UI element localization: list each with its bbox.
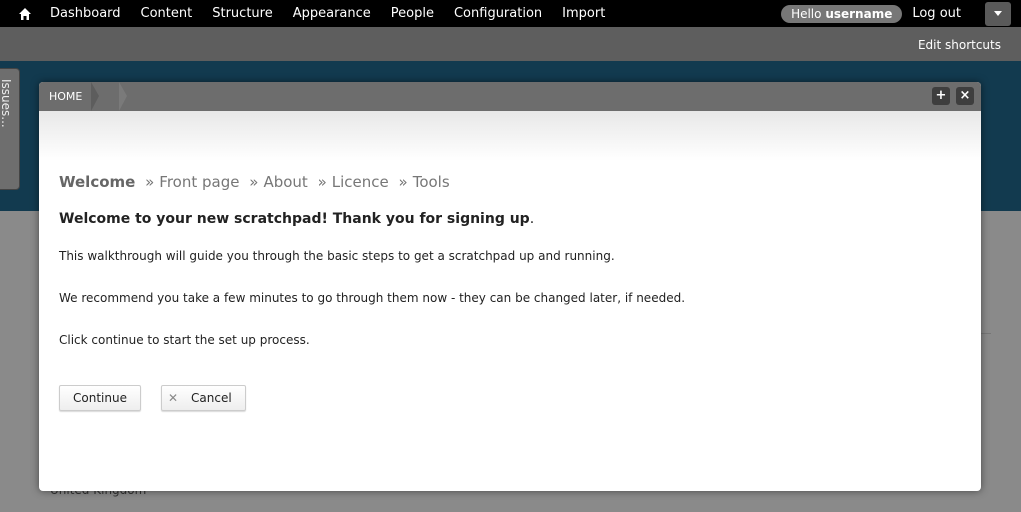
shortcuts-toggle-button[interactable] [985, 1, 1011, 26]
step-separator: » [398, 173, 408, 191]
edit-shortcuts-link[interactable]: Edit shortcuts [918, 38, 1001, 52]
step-separator: » [145, 173, 155, 191]
menu-item-appearance[interactable]: Appearance [283, 0, 381, 27]
username: username [825, 6, 893, 21]
step-front-page: Front page [159, 173, 240, 191]
continue-paragraph: Click continue to start the set up proce… [59, 333, 310, 347]
heading-period: . [529, 211, 535, 227]
step-welcome: Welcome [59, 173, 136, 191]
issues-tab-label: Issues... [0, 79, 13, 128]
menu-item-structure[interactable]: Structure [202, 0, 282, 27]
continue-button[interactable]: Continue [59, 385, 141, 411]
step-about: About [263, 173, 308, 191]
user-greeting[interactable]: Hello username [781, 4, 903, 23]
dialog-content: Welcome » Front page » About » Licence » Too… [39, 173, 981, 411]
issues-tab[interactable]: Issues... [0, 68, 20, 190]
admin-menu: Dashboard Content Structure Appearance P… [40, 0, 615, 27]
step-separator: » [249, 173, 259, 191]
step-tools: Tools [412, 173, 450, 191]
breadcrumb-separator [119, 82, 127, 111]
shortcut-bar: Edit shortcuts [0, 27, 1021, 61]
cancel-label: Cancel [191, 391, 232, 405]
dialog-titlebar: HOME + × [39, 82, 981, 111]
dialog-heading: Welcome to your new scratchpad! Thank yo… [59, 211, 961, 227]
step-separator: » [317, 173, 327, 191]
step-licence: Licence [331, 173, 389, 191]
close-icon[interactable]: × [956, 87, 974, 105]
cancel-button[interactable]: ✕ Cancel [160, 385, 246, 411]
menu-item-configuration[interactable]: Configuration [444, 0, 552, 27]
dialog-buttons: Continue ✕ Cancel [59, 385, 961, 411]
menu-item-dashboard[interactable]: Dashboard [40, 0, 131, 27]
logout-link[interactable]: Log out [912, 6, 961, 21]
home-icon[interactable] [10, 0, 40, 27]
recommend-paragraph: We recommend you take a few minutes to g… [59, 291, 686, 305]
chevron-down-icon [994, 11, 1002, 16]
admin-toolbar: Dashboard Content Structure Appearance P… [0, 0, 1021, 27]
breadcrumb-separator [91, 82, 99, 111]
welcome-dialog: HOME + × Welcome » Front page » About » Lic… [39, 82, 981, 491]
heading-text: Welcome to your new scratchpad! Thank yo… [59, 211, 530, 227]
plus-icon[interactable]: + [932, 87, 950, 105]
intro-paragraph: This walkthrough will guide you through … [59, 249, 615, 263]
menu-item-people[interactable]: People [381, 0, 444, 27]
wizard-steps: Welcome » Front page » About » Licence » Too… [59, 173, 961, 191]
dialog-header-gradient [39, 111, 981, 161]
menu-item-content[interactable]: Content [131, 0, 203, 27]
greeting-prefix: Hello [791, 6, 822, 21]
breadcrumb-home[interactable]: HOME [39, 82, 92, 111]
close-icon: ✕ [167, 391, 179, 405]
menu-item-import[interactable]: Import [552, 0, 615, 27]
